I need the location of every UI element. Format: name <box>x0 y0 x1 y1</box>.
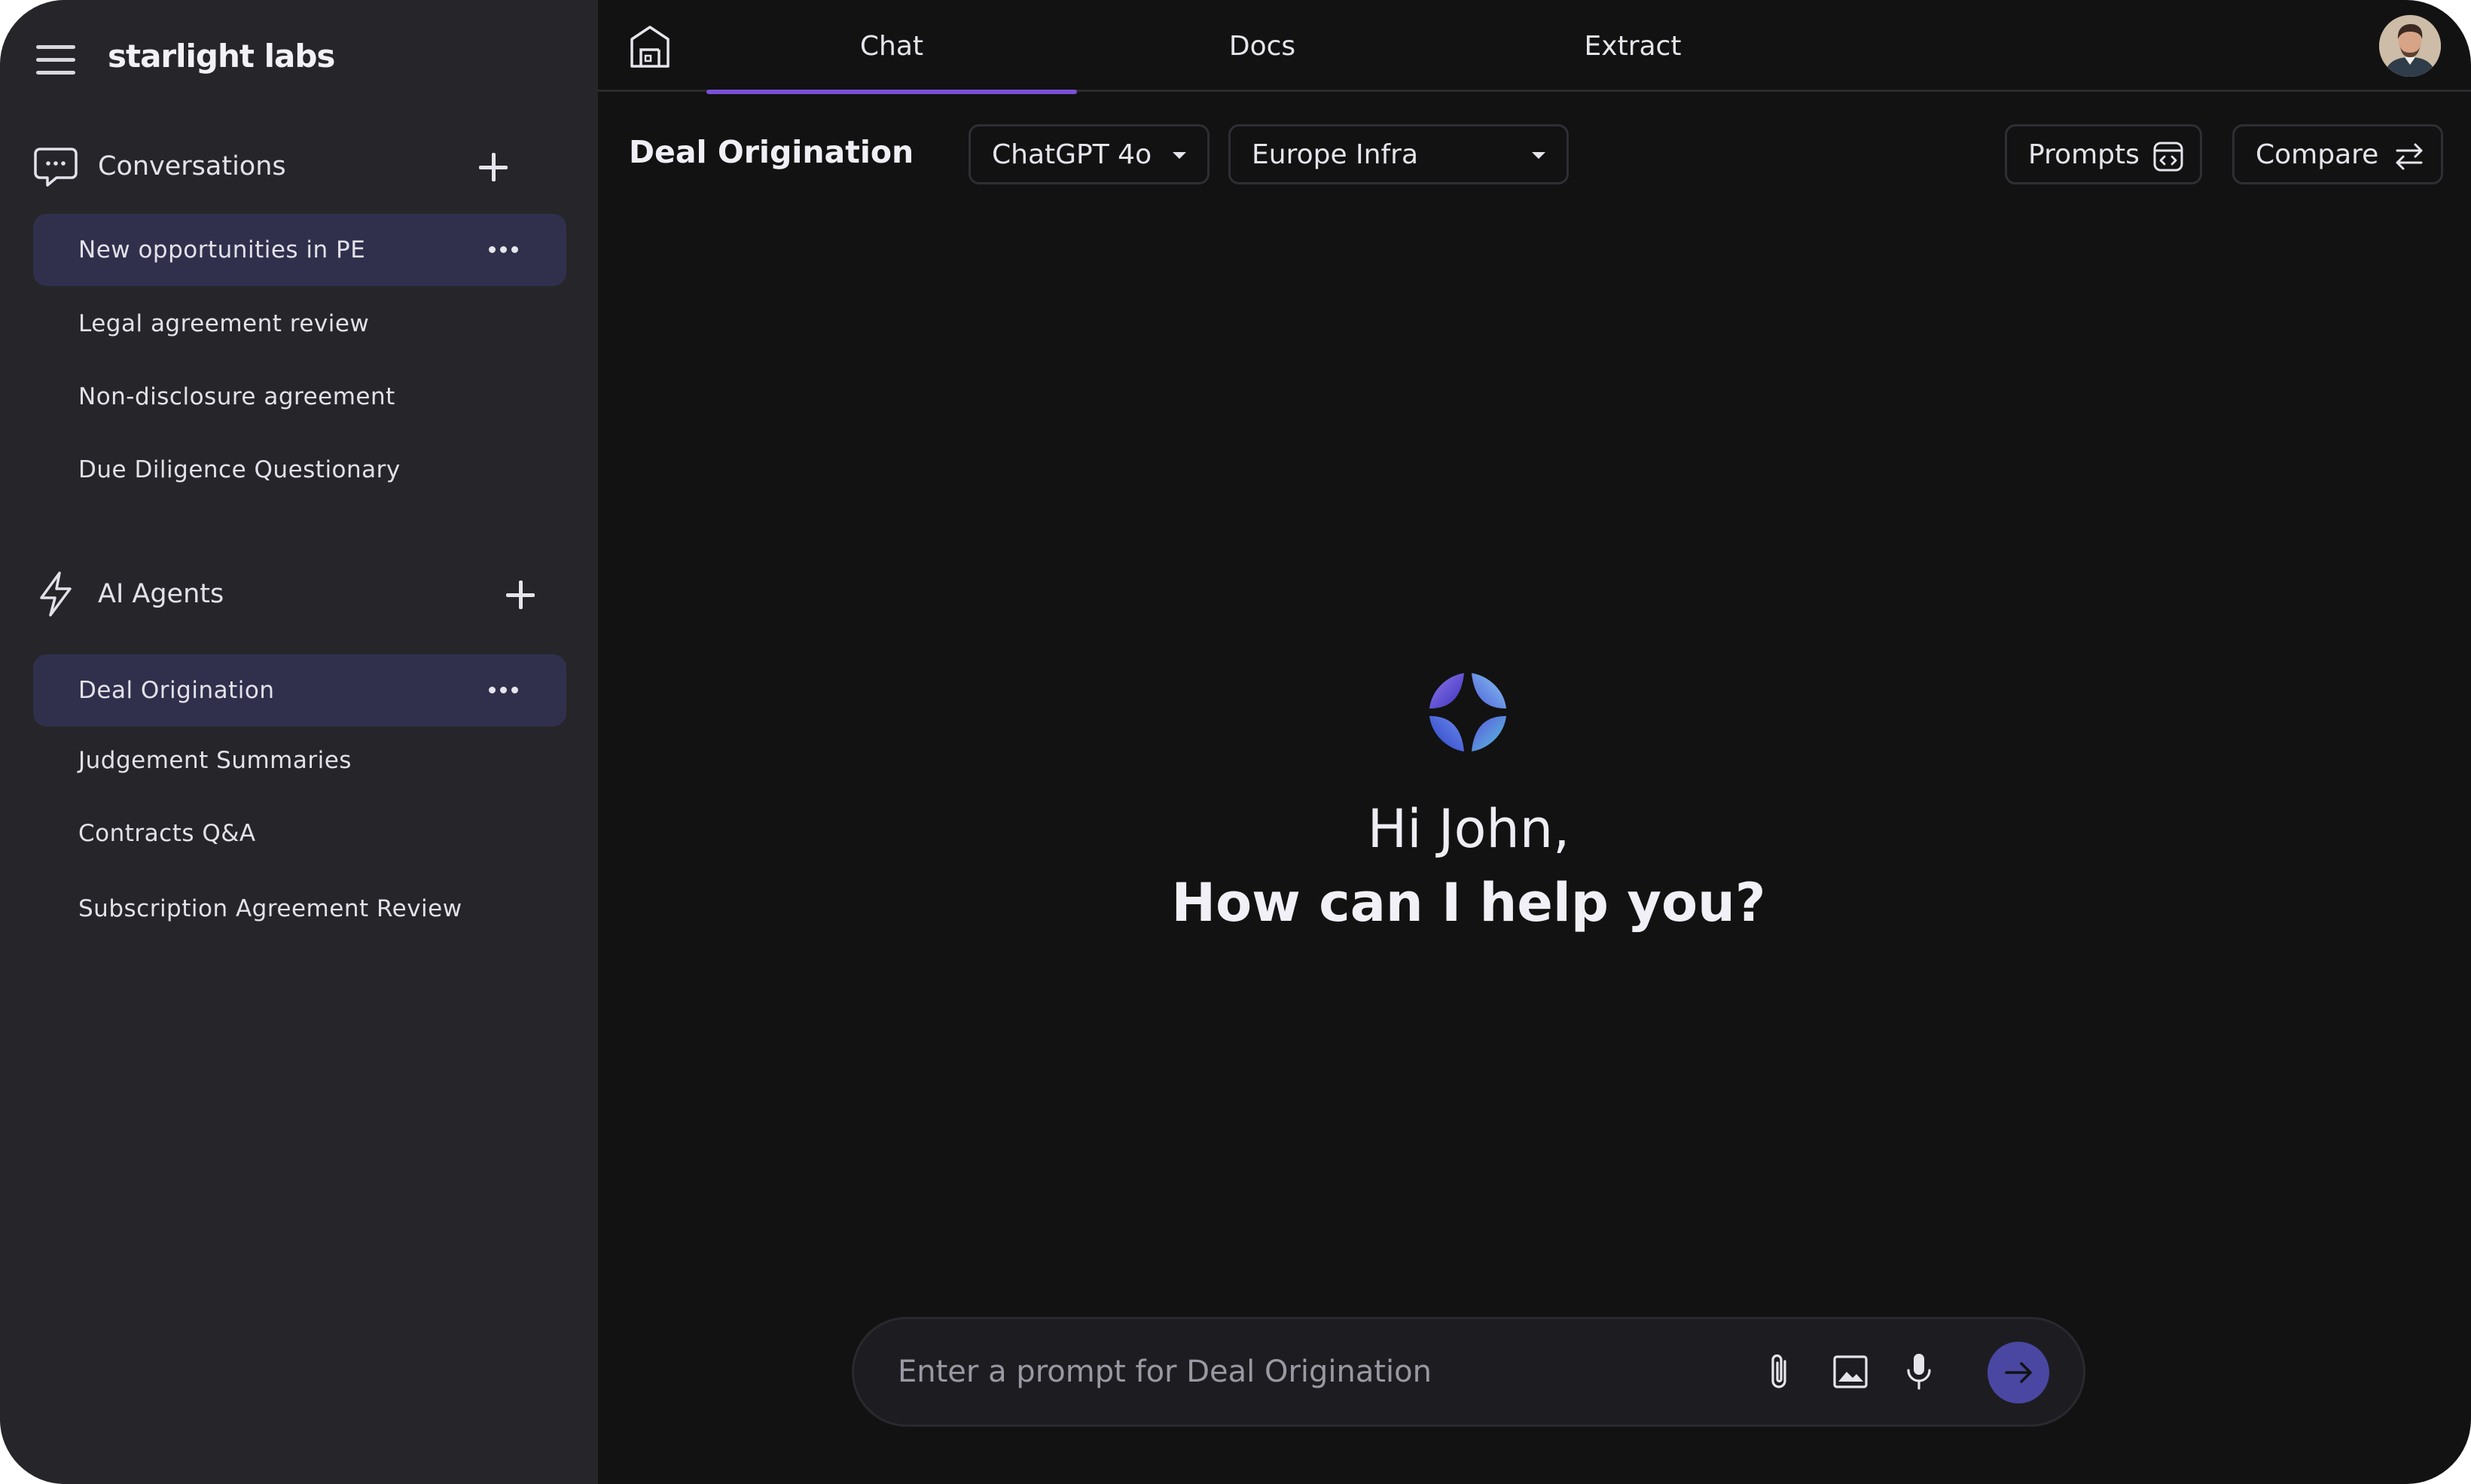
agent-item-label: Judgement Summaries <box>78 747 352 774</box>
agent-item-label: Subscription Agreement Review <box>78 895 462 922</box>
code-window-icon <box>2152 140 2185 173</box>
chat-bubble-icon <box>33 144 78 189</box>
sidebar: starlight labs Conversations New opportu… <box>0 0 598 1484</box>
agent-item-label: Contracts Q&A <box>78 820 256 847</box>
conversation-item-label: Legal agreement review <box>78 310 370 337</box>
image-icon[interactable] <box>1828 1349 1873 1394</box>
tab-chat[interactable]: Chat <box>706 0 1077 94</box>
workspace-select[interactable]: Europe Infra <box>1228 124 1569 184</box>
page-title: Deal Origination <box>629 134 914 170</box>
conversation-item[interactable]: Legal agreement review <box>33 288 566 360</box>
agent-item[interactable]: Deal Origination <box>33 654 566 727</box>
agent-item-label: Deal Origination <box>78 677 275 704</box>
top-navigation: Chat Docs Extract <box>598 0 2471 94</box>
more-options-icon[interactable] <box>489 246 518 253</box>
app-window: starlight labs Conversations New opportu… <box>0 0 2471 1484</box>
prompts-button-label: Prompts <box>2028 139 2140 170</box>
ai-agents-title: AI Agents <box>98 579 224 609</box>
prompt-input[interactable] <box>898 1345 1711 1399</box>
prompts-button[interactable]: Prompts <box>2005 124 2202 184</box>
tab-label: Docs <box>1228 30 1296 62</box>
model-select-value: ChatGPT 4o <box>992 139 1152 170</box>
arrow-right-icon <box>2005 1362 2032 1383</box>
new-agent-plus-icon[interactable] <box>502 576 539 614</box>
conversation-item[interactable]: Non-disclosure agreement <box>33 361 566 433</box>
ai-agents-header: AI Agents <box>33 568 575 620</box>
conversations-title: Conversations <box>98 151 286 181</box>
conversation-item-label: New opportunities in PE <box>78 236 366 264</box>
greeting-line-1: Hi John, <box>1367 798 1570 860</box>
agent-item[interactable]: Judgement Summaries <box>33 724 566 797</box>
conversation-item[interactable]: Due Diligence Questionary <box>33 434 566 506</box>
compare-button[interactable]: Compare <box>2232 124 2443 184</box>
prompt-bar <box>852 1317 2085 1427</box>
conversation-item-label: Due Diligence Questionary <box>78 456 401 483</box>
hamburger-menu-icon[interactable] <box>36 45 75 77</box>
swap-arrows-icon <box>2393 140 2426 173</box>
model-select[interactable]: ChatGPT 4o <box>969 124 1210 184</box>
tab-docs[interactable]: Docs <box>1077 0 1448 92</box>
greeting-line-2: How can I help you? <box>1171 872 1766 934</box>
more-options-icon[interactable] <box>489 687 518 693</box>
caret-down-icon <box>1532 152 1545 159</box>
agent-item[interactable]: Contracts Q&A <box>33 797 566 870</box>
conversation-item[interactable]: New opportunities in PE <box>33 214 566 286</box>
paperclip-icon[interactable] <box>1758 1349 1803 1394</box>
logo: starlight labs <box>108 38 335 75</box>
agent-item[interactable]: Subscription Agreement Review <box>33 873 566 945</box>
caret-down-icon <box>1173 152 1186 159</box>
new-conversation-plus-icon[interactable] <box>474 148 512 186</box>
microphone-icon[interactable] <box>1896 1349 1942 1394</box>
tab-label: Chat <box>859 30 924 62</box>
send-button[interactable] <box>1987 1342 2049 1403</box>
compare-button-label: Compare <box>2256 139 2379 170</box>
conversation-item-label: Non-disclosure agreement <box>78 383 395 410</box>
workspace-select-value: Europe Infra <box>1252 139 1419 170</box>
lightning-bolt-icon <box>33 571 78 617</box>
tab-label: Extract <box>1584 30 1682 62</box>
home-icon[interactable] <box>627 23 673 69</box>
tab-extract[interactable]: Extract <box>1448 0 1818 92</box>
user-avatar[interactable] <box>2379 15 2441 77</box>
sparkle-logo-icon <box>1426 670 1510 754</box>
